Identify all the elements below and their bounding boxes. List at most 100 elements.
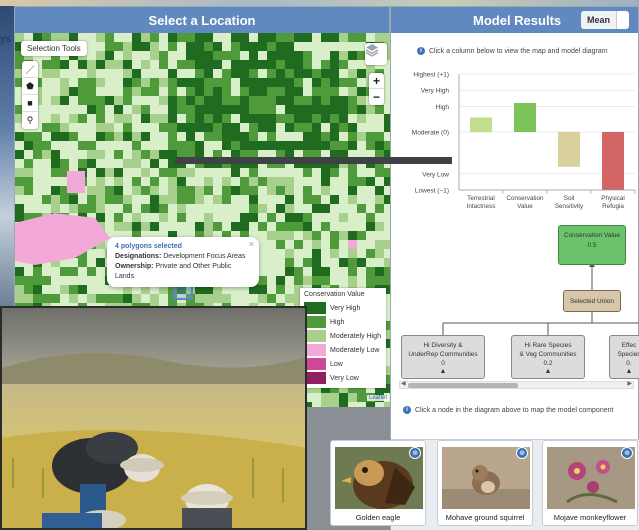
x-tick-label: Soil — [564, 195, 575, 202]
map-cell — [231, 132, 240, 141]
scroll-left-icon[interactable]: ◀ — [401, 380, 406, 387]
map-cell — [330, 60, 339, 69]
map-cell — [204, 69, 213, 78]
map-cell — [222, 186, 231, 195]
map-cell — [177, 168, 186, 177]
map-cell — [105, 168, 114, 177]
map-cell — [303, 105, 312, 114]
map-cell — [231, 96, 240, 105]
map-cell — [339, 96, 348, 105]
species-card-mojave-monkeyflower[interactable]: ⊕ Mojave monkeyflower — [542, 440, 638, 526]
map-cell — [168, 96, 177, 105]
map-cell — [141, 114, 150, 123]
node-line1: Hi Rare Species — [524, 342, 572, 349]
model-results-chart[interactable]: Highest (+1) Very High High Moderate (0) Ver… — [391, 62, 639, 217]
draw-line-icon[interactable]: ／ — [22, 61, 38, 78]
map-cell — [195, 96, 204, 105]
map-cell — [33, 294, 42, 303]
node-hi-rare-species[interactable]: Hi Rare Species & Veg Communities 0.2 ▲ — [511, 335, 585, 379]
map-cell — [357, 177, 366, 186]
legend-label: Moderately High — [330, 332, 381, 340]
popup-ownership: Ownership: Private and Other Public Land… — [115, 262, 251, 282]
map-cell — [114, 60, 123, 69]
bar-conservation-value[interactable] — [514, 103, 536, 132]
node-hi-diversity[interactable]: Hi Diversity & UnderRep Communities 0 ▲ — [401, 335, 485, 379]
map-cell — [132, 78, 141, 87]
expand-triangle-icon[interactable]: ▲ — [402, 368, 484, 375]
scroll-right-icon[interactable]: ▶ — [627, 380, 632, 387]
map-cell — [339, 105, 348, 114]
map-cell — [177, 213, 186, 222]
map-cell — [303, 195, 312, 204]
bar-physical-refugia[interactable] — [602, 132, 624, 190]
map-cell — [375, 267, 384, 276]
scrollbar-thumb[interactable] — [408, 383, 518, 388]
layers-icon[interactable] — [365, 43, 387, 65]
leaflet-attribution[interactable]: Leaflet — [367, 395, 390, 401]
map-cell — [168, 69, 177, 78]
map-cell — [123, 294, 132, 303]
map-cell — [177, 96, 186, 105]
mean-option[interactable]: Mean — [581, 11, 618, 29]
map-cell — [258, 222, 267, 231]
zoom-in-button[interactable]: + — [369, 73, 384, 89]
map-cell — [330, 240, 339, 249]
node-selected-union[interactable]: Selected Union — [563, 290, 621, 312]
map-cell — [294, 222, 303, 231]
map-cell — [357, 132, 366, 141]
map-cell — [375, 204, 384, 213]
y-tick-label: Lowest (−1) — [415, 188, 449, 195]
map-cell — [87, 60, 96, 69]
map-cell — [240, 105, 249, 114]
map-cell — [204, 177, 213, 186]
map-cell — [204, 114, 213, 123]
map-cell — [285, 51, 294, 60]
node-effective-species[interactable]: Effec Species 0. ▲ — [609, 335, 639, 379]
map-cell — [114, 177, 123, 186]
map-cell — [15, 276, 24, 285]
draw-marker-icon[interactable]: ⚲ — [22, 112, 38, 129]
map-cell — [330, 33, 339, 42]
bar-soil-sensitivity[interactable] — [558, 132, 580, 167]
zoom-badge-icon[interactable]: ⊕ — [621, 447, 633, 459]
map-cell — [186, 114, 195, 123]
map-cell — [375, 222, 384, 231]
draw-rectangle-icon[interactable]: ■ — [22, 95, 38, 112]
map-cell — [321, 177, 330, 186]
map-cell — [240, 60, 249, 69]
map-cell — [339, 141, 348, 150]
expand-triangle-icon[interactable]: ▲ — [512, 368, 584, 375]
species-card-golden-eagle[interactable]: ⊕ Golden eagle — [330, 440, 426, 526]
map-legend: Conservation Value Very High High Moderate… — [300, 288, 386, 388]
map-cell — [231, 69, 240, 78]
map-cell — [195, 294, 204, 303]
map-cell — [285, 141, 294, 150]
map-cell — [222, 294, 231, 303]
map-cell — [87, 150, 96, 159]
bar-terrestrial-intactness[interactable] — [470, 117, 492, 133]
node-conservation-value[interactable]: Conservation Value 0.5 — [558, 225, 626, 265]
popup-close-icon[interactable]: × — [249, 239, 254, 249]
species-card-mohave-ground-squirrel[interactable]: ⊕ Mohave ground squirrel — [437, 440, 533, 526]
map-cell — [15, 186, 24, 195]
expand-triangle-icon[interactable]: ▲ — [610, 368, 639, 375]
map-cell — [177, 186, 186, 195]
map-cell — [51, 60, 60, 69]
map-low-area — [67, 171, 85, 193]
mean-toggle[interactable]: Mean — [581, 11, 629, 29]
map-cell — [204, 222, 213, 231]
map-cell — [330, 69, 339, 78]
map-cell — [348, 96, 357, 105]
map-cell — [357, 69, 366, 78]
map-cell — [357, 96, 366, 105]
map-cell — [69, 285, 78, 294]
map-cell — [375, 33, 384, 42]
map-cell — [285, 42, 294, 51]
zoom-badge-icon[interactable]: ⊕ — [409, 447, 421, 459]
diagram-scrollbar[interactable]: ◀ ▶ — [399, 381, 634, 389]
map-cell — [78, 78, 87, 87]
draw-polygon-icon[interactable]: ⬟ — [22, 78, 38, 95]
zoom-out-button[interactable]: − — [369, 89, 384, 105]
map-cell — [366, 105, 375, 114]
zoom-badge-icon[interactable]: ⊕ — [516, 447, 528, 459]
